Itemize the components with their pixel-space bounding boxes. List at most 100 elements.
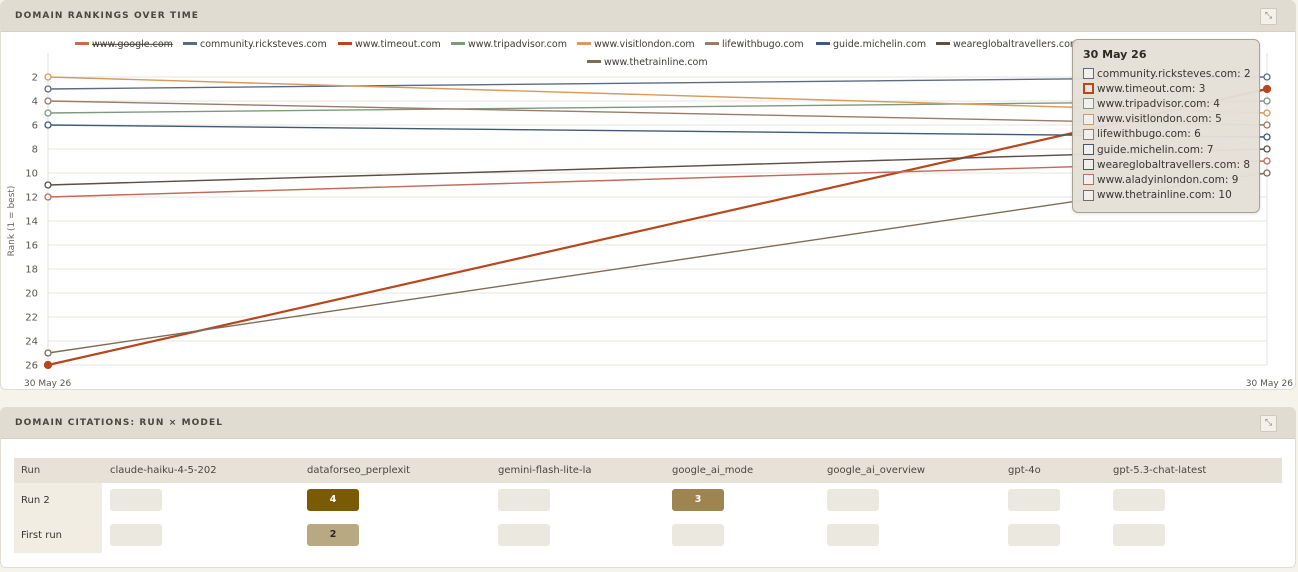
legend-swatch — [816, 42, 830, 45]
legend-item[interactable]: www.thetrainline.com — [604, 57, 708, 68]
data-point — [1263, 121, 1271, 129]
legend-swatch — [451, 42, 465, 45]
column-header[interactable]: dataforseo_perplexit — [307, 458, 410, 483]
chart-tooltip: 30 May 26 community.ricksteves.com: 2 www… — [1072, 39, 1260, 213]
legend-item[interactable]: guide.michelin.com — [833, 39, 926, 50]
legend-swatch — [577, 42, 591, 45]
heatmap-cell[interactable] — [1008, 524, 1060, 546]
x-tick-label: 30 May 26 — [1246, 379, 1294, 389]
tooltip-swatch — [1083, 68, 1094, 80]
heatmap-cell[interactable]: 2 — [307, 524, 359, 546]
tooltip-row: www.thetrainline.com: 10 — [1083, 188, 1249, 203]
tooltip-row: www.aladyinlondon.com: 9 — [1083, 172, 1249, 187]
heatmap-cell[interactable] — [110, 524, 162, 546]
expand-icon[interactable]: ⤡ — [1260, 415, 1277, 432]
row-label: Run 2 — [21, 495, 50, 506]
heatmap-cell[interactable] — [1113, 489, 1165, 511]
y-axis-label: Rank (1 = best) — [7, 186, 17, 257]
tooltip-row: community.ricksteves.com: 2 — [1083, 66, 1251, 81]
data-point — [44, 349, 52, 357]
y-axis-ticks: 2468101214161820222426 — [25, 73, 38, 372]
y-tick-label: 26 — [25, 361, 38, 372]
legend-swatch — [338, 42, 352, 45]
legend-item[interactable]: www.google.com — [92, 39, 173, 50]
tooltip-swatch — [1083, 113, 1094, 125]
legend-swatch — [587, 60, 601, 63]
tooltip-swatch — [1083, 83, 1094, 95]
table-header: Run claude-haiku-4-5-202 dataforseo_perple… — [14, 458, 1282, 483]
y-tick-label: 24 — [25, 337, 38, 348]
legend-item[interactable]: www.visitlondon.com — [594, 39, 695, 50]
y-tick-label: 8 — [32, 145, 38, 156]
tooltip-swatch — [1083, 98, 1094, 110]
legend-swatch — [936, 42, 950, 45]
legend-swatch — [183, 42, 197, 45]
x-tick-label: 30 May 26 — [24, 379, 72, 389]
data-point — [44, 85, 52, 93]
data-point — [43, 360, 53, 370]
expand-icon[interactable]: ⤡ — [1260, 8, 1277, 25]
tooltip-label: www.tripadvisor.com: 4 — [1097, 97, 1220, 110]
data-point — [44, 181, 52, 189]
citations-panel-title: DOMAIN CITATIONS: RUN × MODEL — [15, 418, 224, 428]
y-tick-label: 4 — [32, 97, 38, 108]
column-header[interactable]: gemini-flash-lite-la — [498, 458, 591, 483]
column-header[interactable]: Run — [21, 458, 40, 483]
tooltip-row: www.visitlondon.com: 5 — [1083, 112, 1249, 127]
y-tick-label: 6 — [32, 121, 38, 132]
citations-panel-header: DOMAIN CITATIONS: RUN × MODEL ⤡ — [1, 408, 1295, 439]
y-tick-label: 2 — [32, 73, 38, 84]
heatmap-cell[interactable]: 3 — [672, 489, 724, 511]
column-header[interactable]: google_ai_overview — [827, 458, 925, 483]
column-header[interactable]: google_ai_mode — [672, 458, 753, 483]
tooltip-label: weareglobaltravellers.com: 8 — [1097, 158, 1250, 171]
legend-item[interactable]: lifewithbugo.com — [722, 39, 804, 50]
tooltip-label: www.thetrainline.com: 10 — [1097, 189, 1232, 202]
rankings-panel-header: DOMAIN RANKINGS OVER TIME ⤡ — [1, 1, 1295, 32]
heatmap-cell[interactable] — [110, 489, 162, 511]
data-point — [1262, 84, 1272, 94]
legend-item[interactable]: www.timeout.com — [355, 39, 441, 50]
data-point — [1263, 73, 1271, 81]
data-point — [44, 109, 52, 117]
tooltip-swatch — [1083, 189, 1094, 201]
tooltip-label: www.aladyinlondon.com: 9 — [1097, 173, 1239, 186]
heatmap-cell[interactable] — [1113, 524, 1165, 546]
tooltip-swatch — [1083, 174, 1094, 186]
heatmap-cell[interactable] — [827, 524, 879, 546]
legend-swatch — [75, 42, 89, 45]
legend-item[interactable]: weareglobaltravellers.com — [953, 39, 1079, 50]
data-point — [1263, 133, 1271, 141]
rankings-panel-title: DOMAIN RANKINGS OVER TIME — [15, 11, 200, 21]
data-point — [44, 73, 52, 81]
column-header[interactable]: gpt-5.3-chat-latest — [1113, 458, 1206, 483]
data-point — [1263, 97, 1271, 105]
tooltip-label: lifewithbugo.com: 6 — [1097, 128, 1201, 141]
column-header[interactable]: claude-haiku-4-5-202 — [110, 458, 217, 483]
heatmap-cell[interactable] — [672, 524, 724, 546]
rankings-panel: DOMAIN RANKINGS OVER TIME ⤡ www.google.c… — [0, 0, 1296, 390]
legend-item[interactable]: www.tripadvisor.com — [468, 39, 567, 50]
y-tick-label: 20 — [25, 289, 38, 300]
tooltip-row: www.timeout.com: 3 — [1083, 81, 1249, 96]
tooltip-swatch — [1083, 159, 1094, 171]
tooltip-row: weareglobaltravellers.com: 8 — [1083, 157, 1250, 172]
tooltip-row: guide.michelin.com: 7 — [1083, 142, 1249, 157]
column-header[interactable]: gpt-4o — [1008, 458, 1041, 483]
data-point — [44, 97, 52, 105]
data-point — [1263, 157, 1271, 165]
heatmap-cell[interactable]: 4 — [307, 489, 359, 511]
tooltip-title: 30 May 26 — [1083, 48, 1147, 61]
row-label: First run — [21, 530, 63, 541]
data-point — [1263, 169, 1271, 177]
heatmap-cell[interactable] — [498, 489, 550, 511]
tooltip-row: lifewithbugo.com: 6 — [1083, 127, 1249, 142]
tooltip-swatch — [1083, 144, 1094, 156]
data-point — [1263, 109, 1271, 117]
heatmap-cell[interactable] — [1008, 489, 1060, 511]
legend-item[interactable]: community.ricksteves.com — [200, 39, 327, 50]
y-tick-label: 14 — [25, 217, 38, 228]
data-point — [1263, 145, 1271, 153]
heatmap-cell[interactable] — [498, 524, 550, 546]
heatmap-cell[interactable] — [827, 489, 879, 511]
